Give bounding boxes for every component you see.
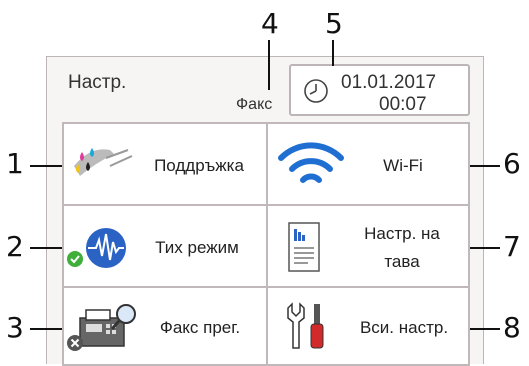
callout-line-5: [332, 40, 334, 66]
callout-5: 5: [325, 7, 343, 40]
fax-machine-magnifier-icon: [79, 304, 136, 347]
quiet-mode-button[interactable]: Тих режим: [62, 204, 268, 288]
callout-8: 8: [503, 311, 521, 344]
clock-icon: [304, 79, 328, 103]
ink-cartridge-icon: [74, 148, 133, 176]
callout-7: 7: [503, 230, 521, 263]
callout-line-1: [30, 165, 66, 167]
time-text: 00:07: [379, 94, 427, 115]
maintenance-label: Поддръжка: [154, 156, 244, 175]
all-settings-button[interactable]: Вси. настр.: [266, 286, 470, 366]
page-title: Настр.: [68, 72, 127, 93]
tray-settings-label-line1: Настр. на: [364, 224, 440, 243]
check-badge-icon: [67, 251, 83, 267]
maintenance-button[interactable]: Поддръжка: [62, 122, 268, 206]
date-text: 01.01.2017: [341, 72, 437, 93]
callout-line-3: [30, 328, 66, 330]
tray-settings-button[interactable]: Настр. на тава: [266, 204, 470, 288]
fax-preview-button[interactable]: Факс прег.: [62, 286, 268, 366]
quiet-mode-label: Тих режим: [155, 238, 239, 257]
callout-line-2: [30, 247, 66, 249]
close-badge-icon: [67, 335, 83, 351]
callout-2: 2: [6, 230, 24, 263]
callout-line-6: [468, 165, 500, 167]
tools-icon: [287, 302, 324, 349]
all-settings-label: Вси. настр.: [359, 318, 449, 337]
mode-label: Факс: [236, 96, 273, 113]
callout-4: 4: [261, 7, 279, 40]
wifi-label: Wi-Fi: [383, 156, 423, 175]
wifi-icon: [278, 142, 344, 183]
date-time-button[interactable]: 01.01.2017 00:07: [289, 64, 470, 116]
wifi-button[interactable]: Wi-Fi: [266, 122, 470, 206]
quiet-mode-wave-icon: [86, 228, 126, 268]
callout-line-4: [268, 40, 270, 90]
tray-settings-label-line2: тава: [384, 252, 420, 271]
paper-tray-document-icon: [288, 222, 320, 272]
callout-6: 6: [503, 147, 521, 180]
fax-preview-label: Факс прег.: [159, 318, 241, 337]
callout-1: 1: [6, 147, 24, 180]
callout-line-8: [468, 328, 500, 330]
callout-3: 3: [6, 311, 24, 344]
callout-line-7: [468, 247, 500, 249]
